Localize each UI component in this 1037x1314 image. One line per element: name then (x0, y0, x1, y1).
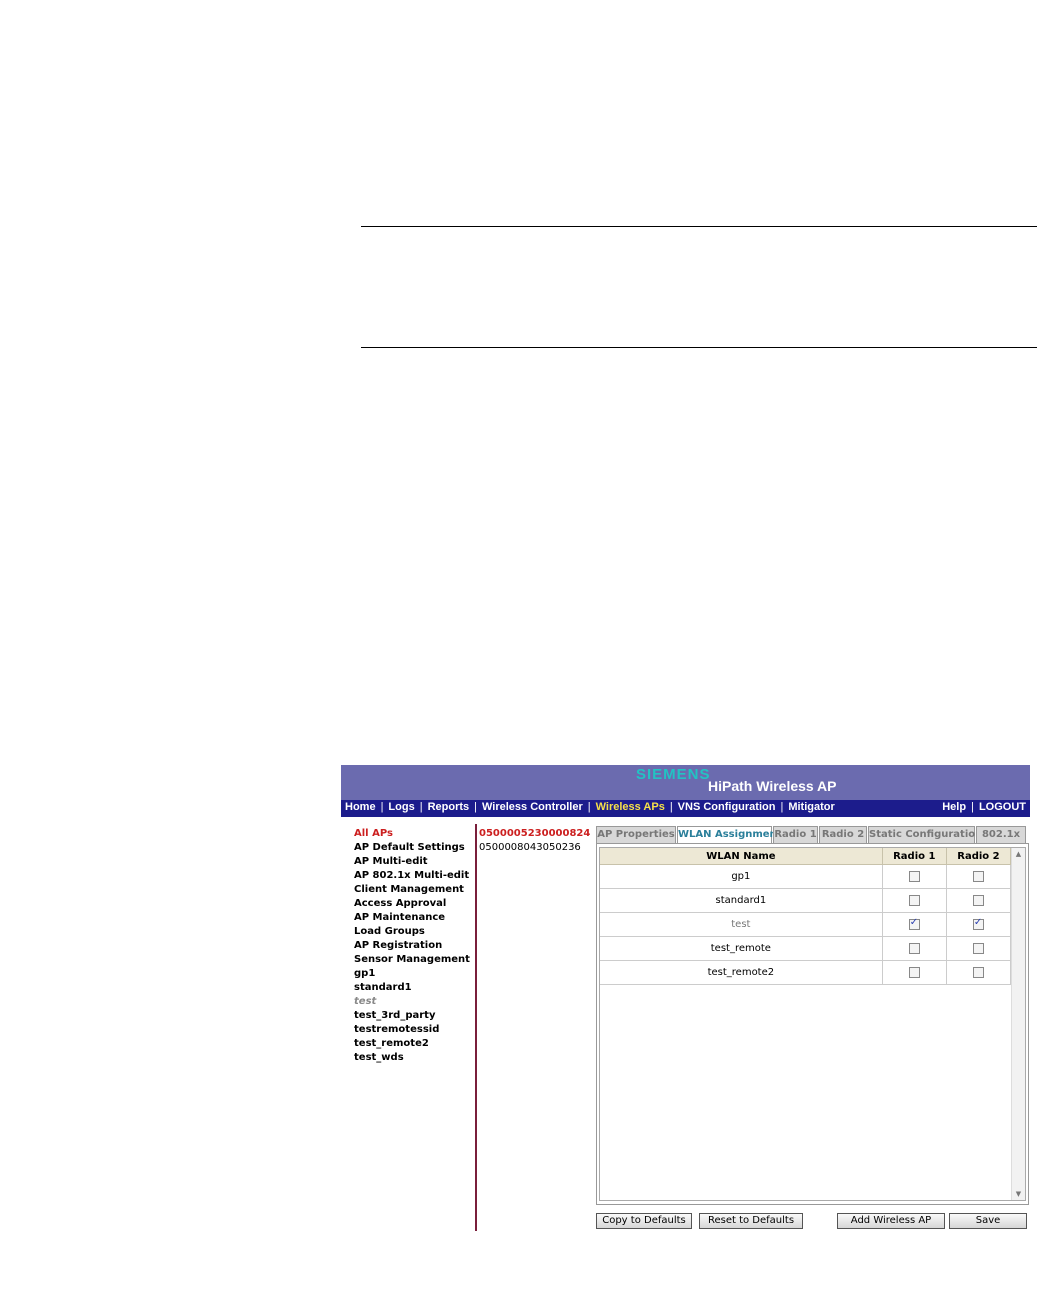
table-row: test (600, 912, 1012, 937)
menu-item-ap-registration[interactable]: AP Registration (354, 939, 479, 953)
nav-logs[interactable]: Logs (388, 801, 414, 813)
tab-radio-1[interactable]: Radio 1 (773, 826, 818, 844)
reset-to-defaults-button[interactable]: Reset to Defaults (699, 1213, 803, 1229)
radio-2-checkbox[interactable] (972, 917, 984, 930)
ap-serial-item[interactable]: 0500008043050236 (479, 841, 590, 855)
scroll-down-icon[interactable]: ▼ (1012, 1188, 1025, 1200)
menu-item-test-wds[interactable]: test_wds (354, 1051, 479, 1065)
add-wireless-ap-button[interactable]: Add Wireless AP (837, 1213, 945, 1229)
col-wlan-name[interactable]: WLAN Name (600, 848, 883, 865)
radio1-cell (882, 936, 947, 961)
menu-item-standard1[interactable]: standard1 (354, 981, 479, 995)
nav-vns-configuration[interactable]: VNS Configuration (678, 801, 776, 813)
radio2-cell (946, 960, 1012, 985)
nav-home[interactable]: Home (345, 801, 376, 813)
nav-separator: | (780, 801, 784, 813)
tab-8021x[interactable]: 802.1x (976, 826, 1026, 844)
ap-serial-list: 0500005230000824 0500008043050236 (479, 827, 590, 855)
menu-item-ap-multi-edit[interactable]: AP Multi-edit (354, 855, 479, 869)
nav-reports[interactable]: Reports (428, 801, 470, 813)
menu-item-all-aps[interactable]: All APs (354, 827, 479, 841)
banner: SIEMENS HiPath Wireless AP (341, 765, 1030, 800)
tab-wlan-assignment[interactable]: WLAN Assignment (677, 826, 781, 844)
radio2-cell (946, 912, 1012, 937)
menu-item-sensor-management[interactable]: Sensor Management (354, 953, 479, 967)
left-menu: All APs AP Default Settings AP Multi-edit A… (354, 827, 479, 1065)
menu-item-testremotessid[interactable]: testremotessid (354, 1023, 479, 1037)
radio2-cell (946, 936, 1012, 961)
table-row: test_remote2 (600, 960, 1012, 985)
radio-2-checkbox[interactable] (972, 870, 984, 882)
radio-1-checkbox[interactable] (908, 966, 920, 978)
radio-1-checkbox[interactable] (908, 870, 920, 882)
radio1-cell (882, 960, 947, 985)
radio1-cell (882, 864, 947, 889)
menu-item-ap-default-settings[interactable]: AP Default Settings (354, 841, 479, 855)
col-radio-1[interactable]: Radio 1 (882, 848, 947, 865)
radio-2-checkbox[interactable] (972, 966, 984, 978)
radio-1-checkbox[interactable] (908, 894, 920, 906)
wlan-name-cell: standard1 (600, 888, 883, 913)
menu-item-ap-maintenance[interactable]: AP Maintenance (354, 911, 479, 925)
nav-separator: | (380, 801, 384, 813)
radio-2-checkbox[interactable] (972, 894, 984, 906)
nav-separator: | (587, 801, 591, 813)
nav-separator: | (669, 801, 673, 813)
radio1-cell (882, 888, 947, 913)
wlan-grid: WLAN Name Radio 1 Radio 2 gp1 standard1 te… (599, 847, 1026, 1201)
table-row: gp1 (600, 864, 1012, 889)
radio2-cell (946, 864, 1012, 889)
wlan-name-cell: gp1 (600, 864, 883, 889)
radio-1-checkbox[interactable] (908, 942, 920, 954)
nav-wireless-aps[interactable]: Wireless APs (596, 801, 665, 813)
scroll-up-icon[interactable]: ▲ (1012, 848, 1025, 860)
wlan-name-cell: test (600, 912, 883, 937)
bottom-rule (361, 347, 1037, 348)
copy-to-defaults-button[interactable]: Copy to Defaults (596, 1213, 692, 1229)
menu-item-test[interactable]: test (354, 995, 479, 1009)
wlan-name-cell: test_remote2 (600, 960, 883, 985)
grid-scrollbar[interactable]: ▲ ▼ (1011, 848, 1025, 1200)
menu-item-load-groups[interactable]: Load Groups (354, 925, 479, 939)
tab-radio-2[interactable]: Radio 2 (819, 826, 867, 844)
table-row: test_remote (600, 936, 1012, 961)
ap-serial-item[interactable]: 0500005230000824 (479, 827, 590, 841)
menu-item-test-3rd-party[interactable]: test_3rd_party (354, 1009, 479, 1023)
menu-item-client-management[interactable]: Client Management (354, 883, 479, 897)
tab-ap-properties[interactable]: AP Properties (596, 826, 676, 844)
wlan-assignment-panel: WLAN Name Radio 1 Radio 2 gp1 standard1 te… (596, 843, 1029, 1205)
table-row: standard1 (600, 888, 1012, 913)
menu-divider (475, 824, 477, 1231)
radio-2-checkbox[interactable] (972, 942, 984, 954)
menu-item-ap-802-1x-multi-edit[interactable]: AP 802.1x Multi-edit (354, 869, 479, 883)
nav-help[interactable]: Help (942, 801, 966, 813)
menu-item-access-approval[interactable]: Access Approval (354, 897, 479, 911)
tab-static-configuration[interactable]: Static Configuration (868, 826, 982, 844)
nav-left: Home | Logs | Reports | Wireless Controller | Wi… (345, 801, 835, 813)
nav-separator: | (971, 801, 974, 813)
menu-item-gp1[interactable]: gp1 (354, 967, 479, 981)
col-radio-2[interactable]: Radio 2 (946, 848, 1012, 865)
nav-mitigator[interactable]: Mitigator (788, 801, 834, 813)
menu-item-test-remote2[interactable]: test_remote2 (354, 1037, 479, 1051)
radio2-cell (946, 888, 1012, 913)
nav-logout[interactable]: LOGOUT (979, 801, 1026, 813)
save-button[interactable]: Save (949, 1213, 1027, 1229)
siemens-logo: SIEMENS (636, 766, 711, 783)
app-window: SIEMENS HiPath Wireless AP Home | Logs | Rep… (341, 765, 1030, 1231)
product-title: HiPath Wireless AP (708, 778, 837, 794)
wlan-name-cell: test_remote (600, 936, 883, 961)
nav-wireless-controller[interactable]: Wireless Controller (482, 801, 583, 813)
nav-separator: | (474, 801, 477, 813)
radio1-cell (882, 912, 947, 937)
nav-separator: | (419, 801, 423, 813)
radio-1-checkbox[interactable] (908, 917, 920, 930)
top-nav: Home | Logs | Reports | Wireless Controller | Wi… (341, 800, 1030, 817)
top-rule (361, 226, 1037, 227)
nav-right: Help | LOGOUT (942, 801, 1026, 813)
